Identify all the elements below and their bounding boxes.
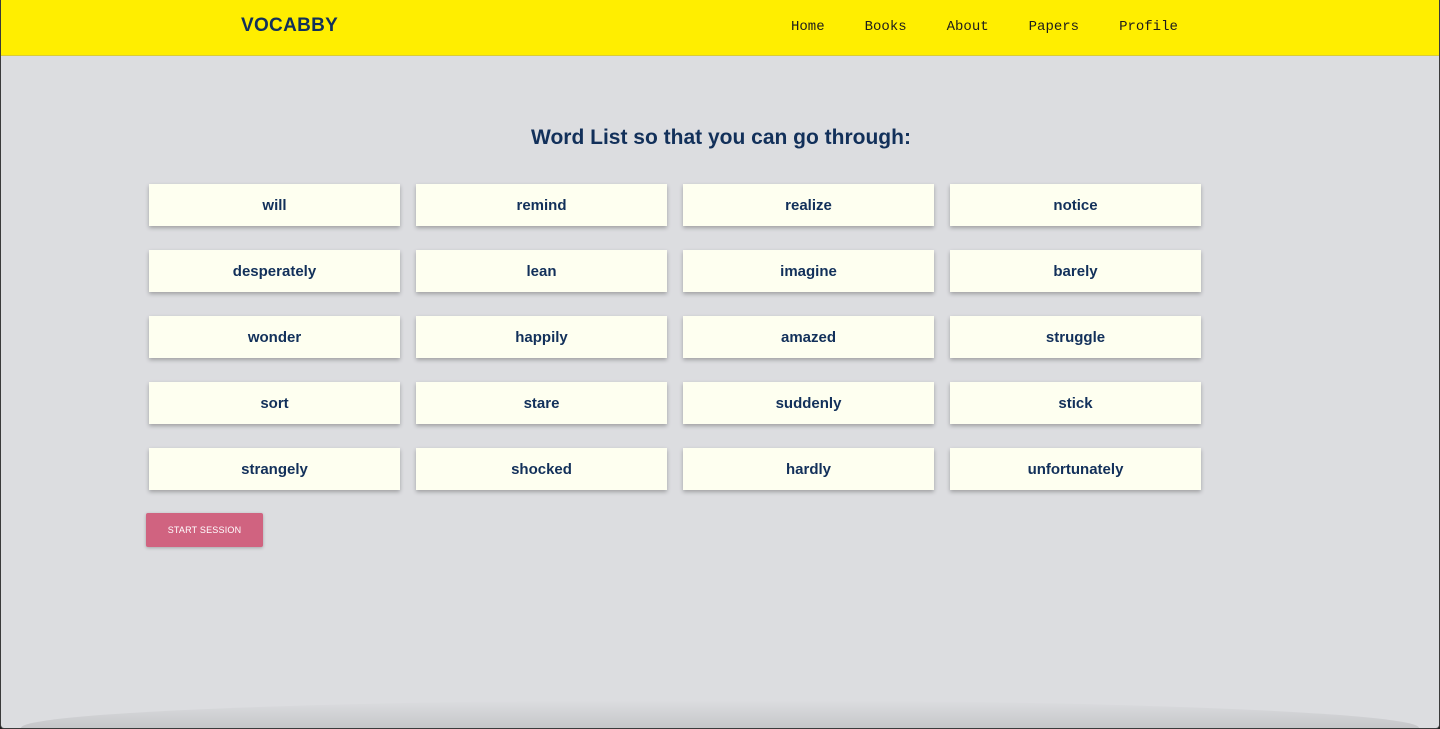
word-card[interactable]: amazed <box>683 316 934 358</box>
word-card[interactable]: desperately <box>149 250 400 292</box>
word-card[interactable]: struggle <box>950 316 1201 358</box>
page: VOCABBY Home Books About Papers Profile … <box>0 0 1440 729</box>
brand-logo[interactable]: VOCABBY <box>241 15 338 37</box>
nav-link-papers[interactable]: Papers <box>1029 19 1079 36</box>
word-card[interactable]: sort <box>149 382 400 424</box>
navbar: VOCABBY Home Books About Papers Profile <box>1 0 1439 56</box>
word-card[interactable]: notice <box>950 184 1201 226</box>
nav-link-books[interactable]: Books <box>865 19 907 36</box>
word-card[interactable]: hardly <box>683 448 934 490</box>
nav-links: Home Books About Papers Profile <box>791 19 1178 36</box>
word-card[interactable]: shocked <box>416 448 667 490</box>
word-list-grid: will remind realize notice desperately l… <box>149 184 1201 490</box>
word-card[interactable]: barely <box>950 250 1201 292</box>
page-bottom-shadow <box>21 700 1419 728</box>
nav-link-home[interactable]: Home <box>791 19 825 36</box>
word-card[interactable]: stare <box>416 382 667 424</box>
word-card[interactable]: will <box>149 184 400 226</box>
nav-link-about[interactable]: About <box>947 19 989 36</box>
word-card[interactable]: strangely <box>149 448 400 490</box>
start-session-button[interactable]: START SESSION <box>146 513 263 547</box>
word-card[interactable]: realize <box>683 184 934 226</box>
word-card[interactable]: suddenly <box>683 382 934 424</box>
word-card[interactable]: imagine <box>683 250 934 292</box>
page-heading: Word List so that you can go through: <box>531 126 911 149</box>
word-card[interactable]: stick <box>950 382 1201 424</box>
word-card[interactable]: remind <box>416 184 667 226</box>
word-card[interactable]: happily <box>416 316 667 358</box>
word-card[interactable]: wonder <box>149 316 400 358</box>
word-card[interactable]: unfortunately <box>950 448 1201 490</box>
nav-link-profile[interactable]: Profile <box>1119 19 1178 36</box>
word-card[interactable]: lean <box>416 250 667 292</box>
